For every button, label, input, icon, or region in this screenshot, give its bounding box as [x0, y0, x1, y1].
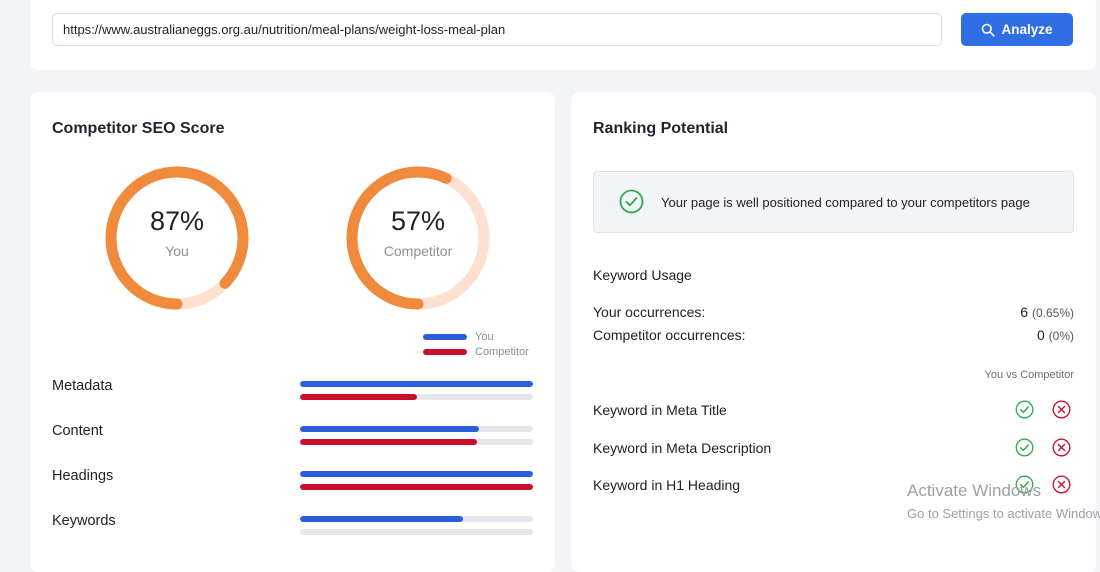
metric-bar-keywords-competitor [300, 529, 533, 535]
metric-bar-fill-metadata-you [300, 381, 533, 387]
metric-bar-headings-competitor [300, 484, 533, 490]
you-status [1015, 438, 1034, 462]
seo-score-title: Competitor SEO Score [52, 120, 225, 137]
your-occurrences-value: 6 (0.65%) [1020, 304, 1074, 320]
keyword-check-label: Keyword in Meta Title [593, 402, 727, 418]
competitor-occurrences-count: 0 [1036, 327, 1045, 343]
analyze-label: Analyze [1001, 22, 1053, 37]
metric-bar-metadata-competitor [300, 394, 533, 400]
legend-competitor: Competitor [423, 346, 529, 358]
you-score-arc [105, 166, 249, 310]
check-circle-icon [619, 189, 644, 214]
metric-bar-fill-headings-competitor [300, 484, 533, 490]
metric-bar-metadata-you [300, 381, 533, 387]
you-score-label: You [165, 243, 189, 259]
keyword-usage-title: Keyword Usage [593, 267, 692, 283]
legend-competitor-swatch [423, 349, 467, 355]
metric-bar-fill-headings-you [300, 471, 533, 477]
keyword-check-label: Keyword in H1 Heading [593, 477, 741, 493]
competitor-seo-score-card: Competitor SEO Score 87% You 57% Competi… [30, 92, 555, 572]
metric-bar-content-you [300, 426, 533, 432]
keyword-check-label: Keyword in Meta Description [593, 439, 772, 456]
competitor-status [1052, 475, 1071, 499]
search-icon [982, 23, 996, 37]
x-circle-icon [1052, 438, 1071, 456]
status-banner: Your page is well positioned compared to… [593, 171, 1074, 233]
legend-you: You [423, 331, 494, 343]
metric-bar-fill-metadata-competitor [300, 394, 417, 400]
status-message: Your page is well positioned compared to… [661, 195, 1030, 210]
x-circle-icon [1052, 475, 1071, 494]
metric-bar-fill-content-competitor [300, 439, 478, 445]
ranking-title: Ranking Potential [593, 120, 729, 137]
metric-label-keywords: Keywords [52, 513, 116, 529]
competitor-occurrences-percent: (0%) [1048, 329, 1074, 343]
competitor-score-label: Competitor [383, 243, 453, 259]
legend-you-swatch [423, 334, 467, 340]
metric-bar-fill-keywords-you [300, 516, 464, 522]
competitor-status [1052, 438, 1071, 462]
check-circle-icon [1015, 438, 1034, 456]
legend-you-label: You [475, 331, 494, 343]
your-occurrences-percent: (0.65%) [1031, 306, 1074, 320]
url-input[interactable] [52, 13, 942, 46]
you-status [1015, 400, 1034, 424]
analyze-button[interactable]: Analyze [961, 13, 1073, 46]
your-occurrences-label: Your occurrences: [593, 304, 706, 320]
metric-bar-content-competitor [300, 439, 533, 445]
metric-bar-keywords-you [300, 516, 533, 522]
activate-windows-hint: Go to Settings to activate Windows. [907, 506, 1100, 521]
x-circle-icon [1052, 400, 1071, 419]
metric-label-content: Content [52, 423, 103, 439]
legend-competitor-label: Competitor [475, 346, 529, 358]
url-search-card: Analyze [30, 0, 1096, 70]
metric-label-metadata: Metadata [52, 378, 113, 394]
check-circle-icon [1015, 400, 1034, 419]
activate-windows-watermark: Activate Windows [907, 481, 1042, 500]
you-score-gauge: 87% You [102, 163, 252, 313]
competitor-score-value: 57% [390, 206, 446, 236]
metric-bar-fill-content-you [300, 426, 480, 432]
competitor-score-gauge: 57% Competitor [343, 163, 493, 313]
competitor-occurrences-label: Competitor occurrences: [593, 327, 746, 343]
metric-label-headings: Headings [52, 468, 114, 484]
you-score-value: 87% [149, 206, 205, 236]
your-occurrences-count: 6 [1020, 304, 1029, 320]
metric-bar-headings-you [300, 471, 533, 477]
competitor-occurrences-value: 0 (0%) [1037, 327, 1074, 343]
you-vs-competitor-label: You vs Competitor [984, 369, 1074, 381]
competitor-status [1052, 400, 1071, 424]
